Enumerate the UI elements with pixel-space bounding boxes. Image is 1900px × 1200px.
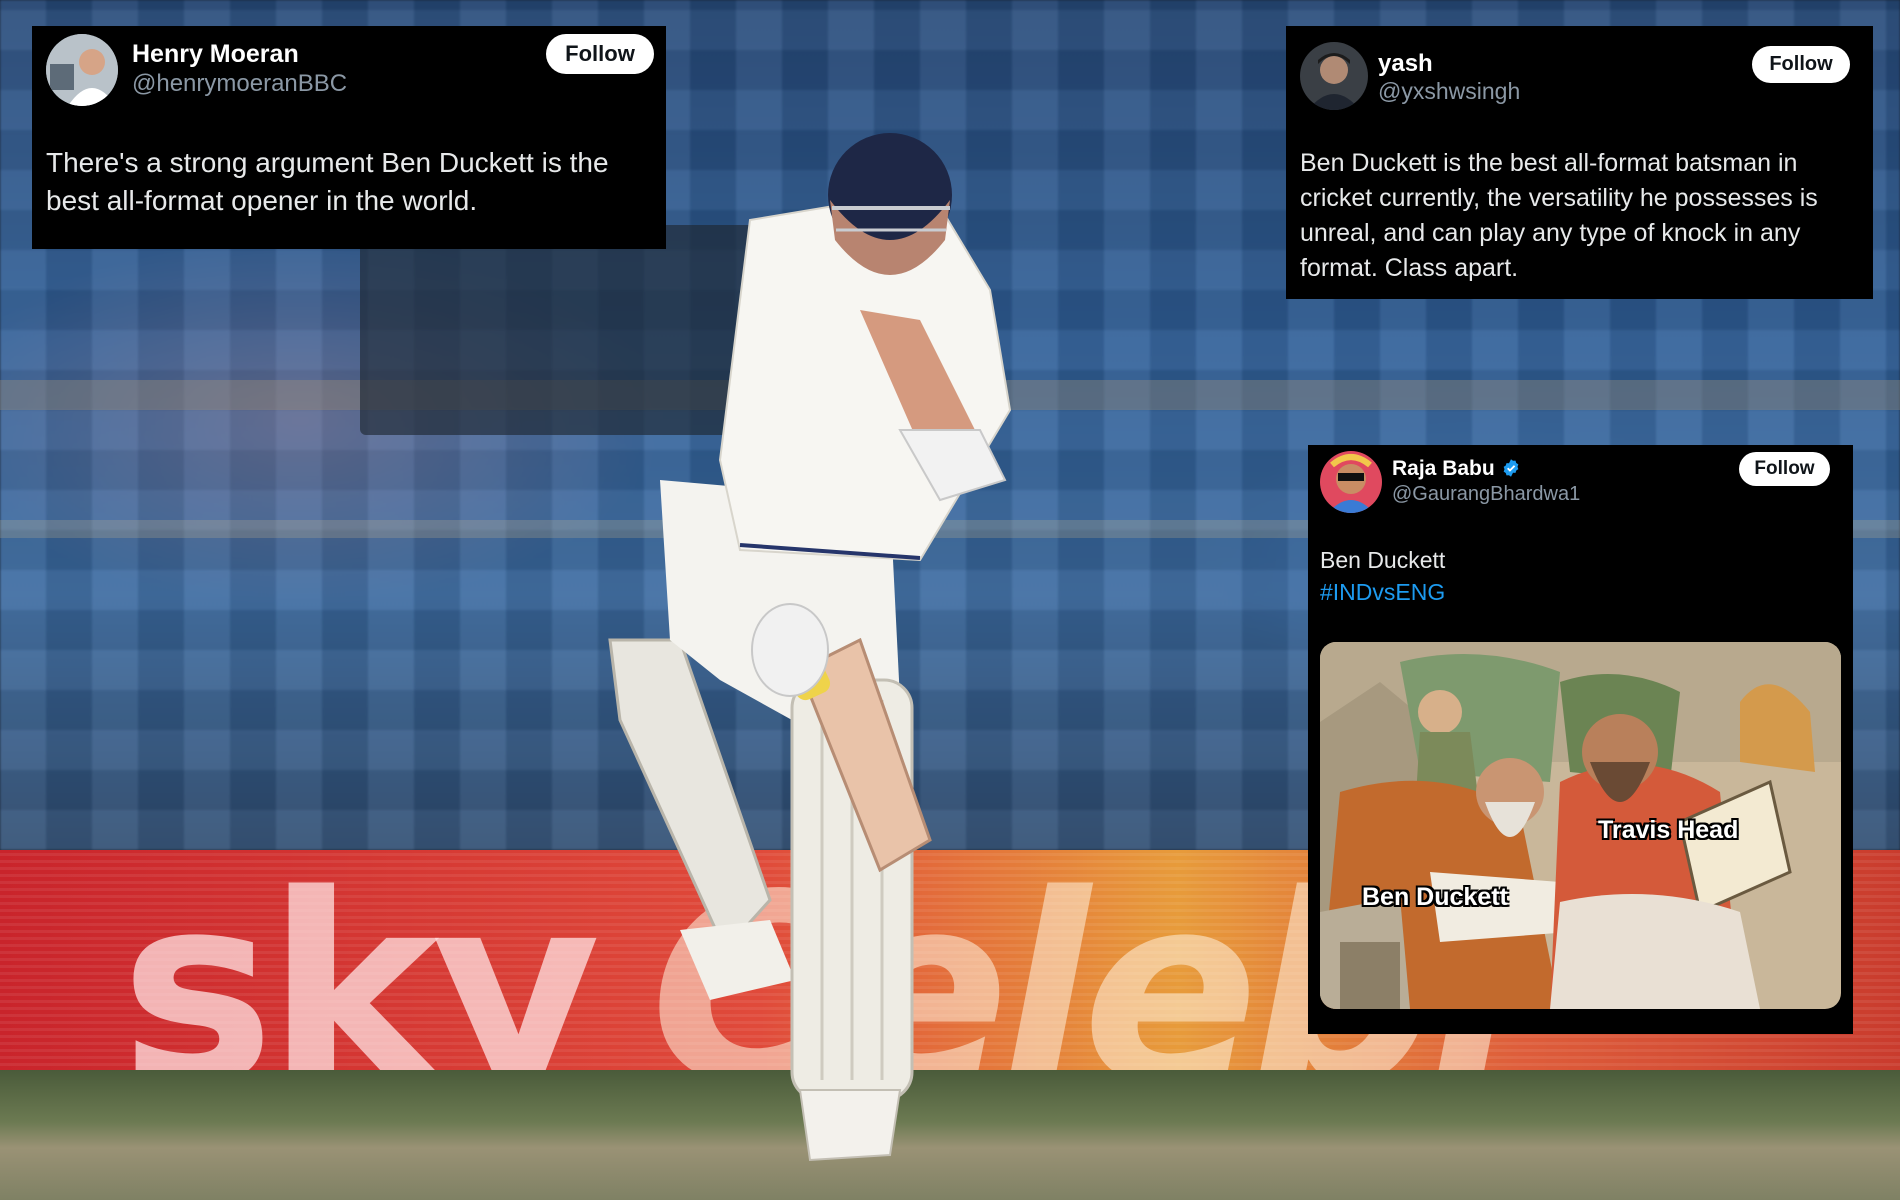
author-name[interactable]: Raja Babu <box>1392 457 1521 481</box>
tweet-text: There's a strong argument Ben Duckett is… <box>46 147 609 216</box>
avatar[interactable] <box>1300 42 1368 110</box>
follow-button[interactable]: Follow <box>546 34 654 74</box>
tweet-card: Henry Moeran @henrymoeranBBC Follow Ther… <box>32 26 666 249</box>
avatar[interactable] <box>1320 451 1382 513</box>
follow-button[interactable]: Follow <box>1752 46 1850 83</box>
meme-caption-left: Ben Duckett <box>1362 883 1508 911</box>
hashtag-link[interactable]: #INDvsENG <box>1320 579 1445 606</box>
author-handle[interactable]: @yxshwsingh <box>1378 78 1520 105</box>
tweet-text: Ben Duckett <box>1320 547 1446 573</box>
author-name[interactable]: yash <box>1378 50 1433 78</box>
meme-caption-right: Travis Head <box>1598 816 1739 844</box>
tweet-card: yash @yxshwsingh Follow Ben Duckett is t… <box>1286 26 1873 299</box>
avatar[interactable] <box>46 34 118 106</box>
follow-button[interactable]: Follow <box>1739 452 1830 486</box>
school-of-athens-painting <box>1320 642 1841 1009</box>
author-handle[interactable]: @henrymoeranBBC <box>132 70 347 98</box>
author-handle[interactable]: @GaurangBhardwa1 <box>1392 483 1580 506</box>
tweet-card: Raja Babu @GaurangBhardwa1 Follow Ben Du… <box>1308 445 1853 1034</box>
meme-image[interactable]: Travis Head Ben Duckett <box>1320 642 1841 1009</box>
author-name[interactable]: Henry Moeran <box>132 40 299 69</box>
author-name-text: Raja Babu <box>1392 457 1495 480</box>
verified-badge-icon <box>1503 459 1519 477</box>
tweet-text: Ben Duckett is the best all-format batsm… <box>1300 149 1818 282</box>
